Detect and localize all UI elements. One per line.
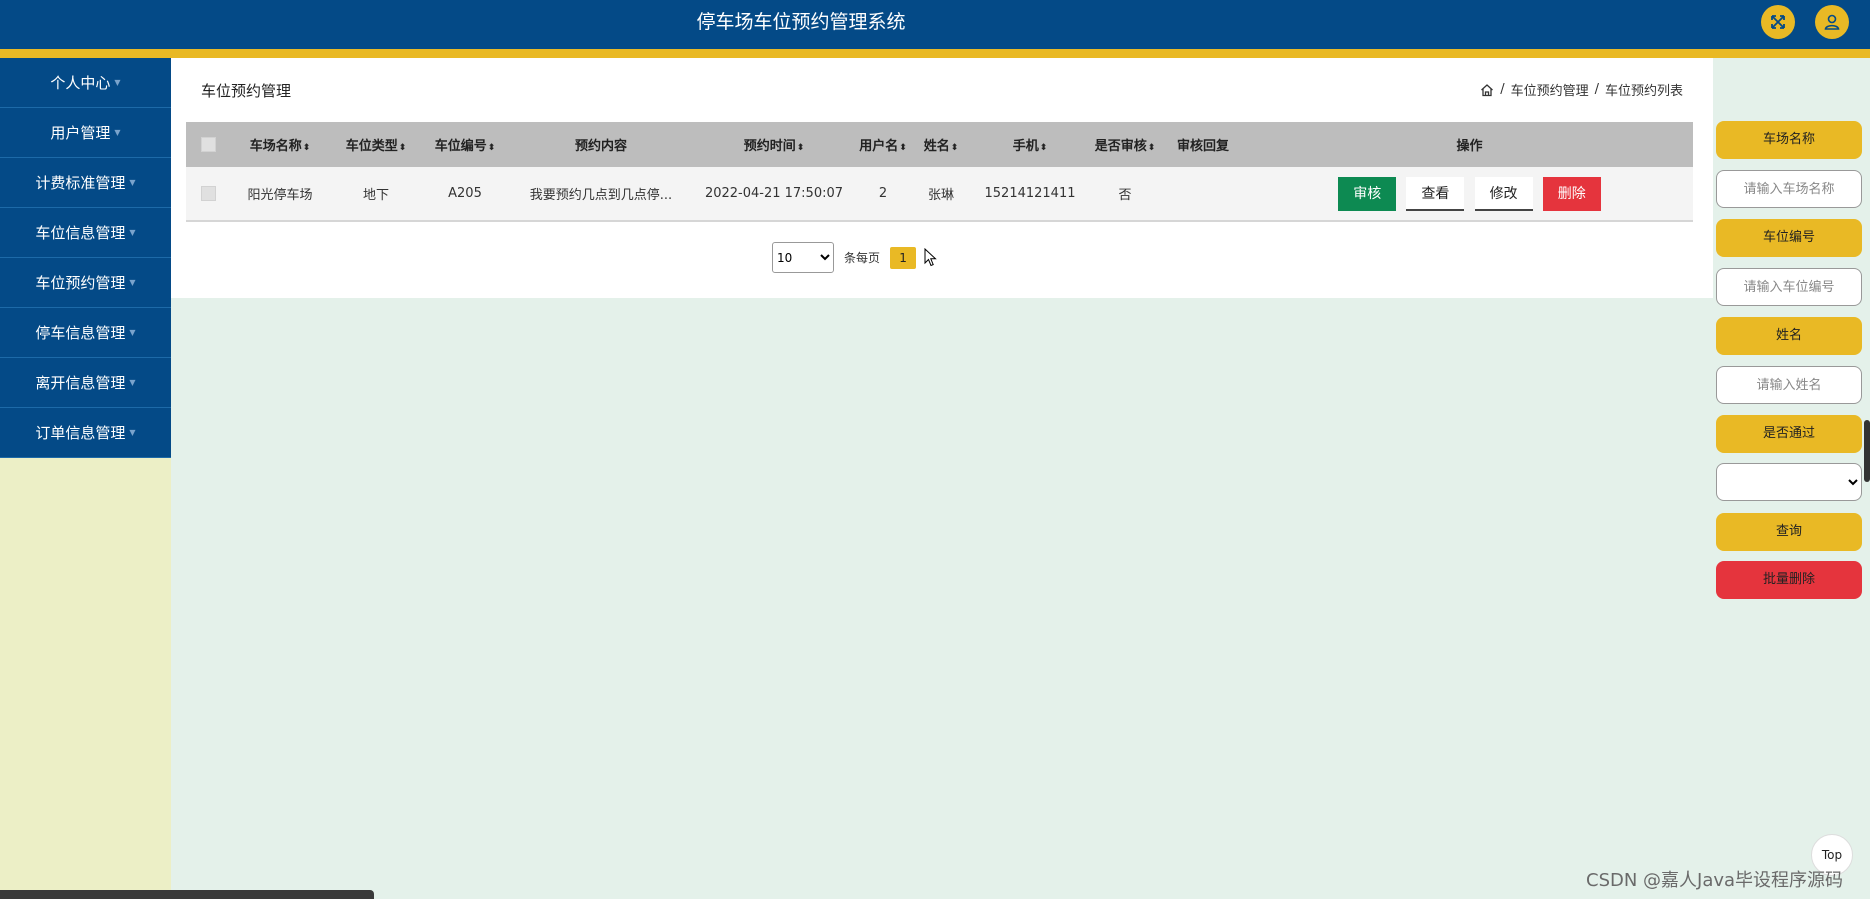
- edit-button[interactable]: 修改: [1474, 176, 1533, 211]
- sort-icon: ⬍: [950, 143, 959, 153]
- passed-label: 是否通过: [1716, 415, 1862, 453]
- column-header[interactable]: 姓名⬍: [912, 122, 970, 167]
- reservation-table: 车场名称⬍ 车位类型⬍ 车位编号⬍ 预约内容 预约时间⬍ 用户名⬍ 姓名⬍ 手机…: [186, 122, 1693, 222]
- sidebar: 个人中心 ▼ 用户管理 ▼ 计费标准管理 ▼ 车位信息管理 ▼ 车位预约管理 ▼ 停车信息…: [0, 58, 171, 899]
- column-header: 审核回复: [1160, 122, 1246, 167]
- space-no-input[interactable]: [1716, 268, 1862, 306]
- per-page-label: 条每页: [844, 251, 881, 265]
- sidebar-item-label: 车位信息管理: [35, 224, 126, 242]
- caret-down-icon: ▼: [129, 428, 136, 437]
- cell-audited: 否: [1090, 167, 1160, 222]
- cell-name: 张琳: [912, 167, 970, 222]
- delete-button[interactable]: 删除: [1542, 176, 1601, 211]
- column-header[interactable]: 用户名⬍: [854, 122, 912, 167]
- cell-time: 2022-04-21 17:50:07: [694, 167, 854, 222]
- sidebar-item-billing[interactable]: 计费标准管理 ▼: [0, 158, 171, 208]
- home-icon[interactable]: [1480, 83, 1494, 97]
- column-header: 操作: [1246, 122, 1693, 167]
- caret-down-icon: ▼: [129, 178, 136, 187]
- header-accent-strip: [0, 49, 1870, 58]
- pagination: 10 条每页 1: [772, 242, 940, 273]
- table-row: 阳光停车场 地下 A205 我要预约几点到几点停... 2022-04-21 1…: [186, 167, 1693, 222]
- audit-button[interactable]: 审核: [1338, 176, 1397, 211]
- lot-name-input[interactable]: [1716, 170, 1862, 208]
- sidebar-item-space-info[interactable]: 车位信息管理 ▼: [0, 208, 171, 258]
- view-button[interactable]: 查看: [1406, 176, 1465, 211]
- sidebar-item-label: 离开信息管理: [35, 374, 126, 392]
- breadcrumb: / 车位预约管理 / 车位预约列表: [1480, 80, 1683, 99]
- sort-icon: ⬍: [398, 143, 407, 153]
- cell-actions: 审核 查看 修改 删除: [1246, 167, 1693, 222]
- scrollbar-thumb[interactable]: [1864, 420, 1870, 482]
- cell-username: 2: [854, 167, 912, 222]
- query-button[interactable]: 查询: [1716, 513, 1862, 551]
- name-input[interactable]: [1716, 366, 1862, 404]
- row-checkbox[interactable]: [200, 186, 216, 201]
- select-all-checkbox[interactable]: [200, 137, 216, 152]
- cell-reply: [1160, 167, 1246, 222]
- sidebar-item-users[interactable]: 用户管理 ▼: [0, 108, 171, 158]
- mouse-cursor-icon: [924, 247, 937, 266]
- name-label: 姓名: [1716, 317, 1862, 355]
- breadcrumb-item: 车位预约列表: [1604, 84, 1683, 99]
- breadcrumb-item[interactable]: 车位预约管理: [1511, 80, 1589, 99]
- sort-icon: ⬍: [899, 143, 907, 153]
- column-header[interactable]: 预约时间⬍: [694, 122, 854, 167]
- column-header[interactable]: 车场名称⬍: [230, 122, 330, 167]
- batch-delete-button[interactable]: 批量删除: [1716, 561, 1862, 599]
- cell-phone: 15214121411: [970, 167, 1090, 222]
- sort-icon: ⬍: [1147, 143, 1156, 153]
- sidebar-item-personal-center[interactable]: 个人中心 ▼: [0, 58, 171, 108]
- caret-down-icon: ▼: [129, 378, 136, 387]
- sidebar-item-leave-info[interactable]: 离开信息管理 ▼: [0, 358, 171, 408]
- caret-down-icon: ▼: [114, 128, 121, 137]
- page-size-select[interactable]: 10: [772, 242, 834, 273]
- main-panel: 车位预约管理 / 车位预约管理 / 车位预约列表 车场名称⬍ 车位类型⬍ 车位编…: [171, 58, 1713, 298]
- browser-status-bar: [0, 890, 374, 899]
- sidebar-item-orders[interactable]: 订单信息管理 ▼: [0, 408, 171, 458]
- space-no-label: 车位编号: [1716, 219, 1862, 257]
- cell-lot-name: 阳光停车场: [230, 167, 330, 222]
- column-header[interactable]: 车位类型⬍: [330, 122, 422, 167]
- sidebar-item-label: 用户管理: [50, 124, 111, 142]
- user-icon: [1824, 14, 1840, 30]
- lot-name-label: 车场名称: [1716, 121, 1862, 159]
- sort-icon: ⬍: [487, 143, 496, 153]
- page-number-button[interactable]: 1: [890, 246, 917, 269]
- sidebar-item-label: 订单信息管理: [35, 424, 126, 442]
- column-header: 预约内容: [508, 122, 694, 167]
- user-menu-button[interactable]: [1815, 5, 1849, 39]
- caret-down-icon: ▼: [129, 228, 136, 237]
- watermark: CSDN @嘉人Java毕设程序源码: [1586, 870, 1844, 891]
- sidebar-item-parking-info[interactable]: 停车信息管理 ▼: [0, 308, 171, 358]
- sidebar-item-reservations[interactable]: 车位预约管理 ▼: [0, 258, 171, 308]
- cell-space-no: A205: [422, 167, 508, 222]
- column-header[interactable]: 车位编号⬍: [422, 122, 508, 167]
- sidebar-item-label: 个人中心: [50, 74, 111, 92]
- passed-select[interactable]: [1716, 463, 1862, 501]
- cell-space-type: 地下: [330, 167, 422, 222]
- app-title: 停车场车位预约管理系统: [696, 11, 906, 33]
- expand-icon: [1771, 15, 1785, 29]
- fullscreen-button[interactable]: [1761, 5, 1795, 39]
- column-header[interactable]: 手机⬍: [970, 122, 1090, 167]
- sidebar-item-label: 车位预约管理: [35, 274, 126, 292]
- column-header[interactable]: 是否审核⬍: [1090, 122, 1160, 167]
- caret-down-icon: ▼: [129, 278, 136, 287]
- sidebar-item-label: 停车信息管理: [35, 324, 126, 342]
- page-title: 车位预约管理: [201, 82, 292, 100]
- caret-down-icon: ▼: [114, 78, 121, 87]
- table-header-row: 车场名称⬍ 车位类型⬍ 车位编号⬍ 预约内容 预约时间⬍ 用户名⬍ 姓名⬍ 手机…: [186, 122, 1693, 167]
- select-all-cell: [186, 122, 230, 167]
- sidebar-item-label: 计费标准管理: [35, 174, 126, 192]
- caret-down-icon: ▼: [129, 328, 136, 337]
- sort-icon: ⬍: [302, 143, 311, 153]
- sort-icon: ⬍: [1039, 143, 1048, 153]
- top-header: 停车场车位预约管理系统: [0, 0, 1870, 49]
- sort-icon: ⬍: [796, 143, 805, 153]
- cell-content: 我要预约几点到几点停...: [508, 167, 694, 222]
